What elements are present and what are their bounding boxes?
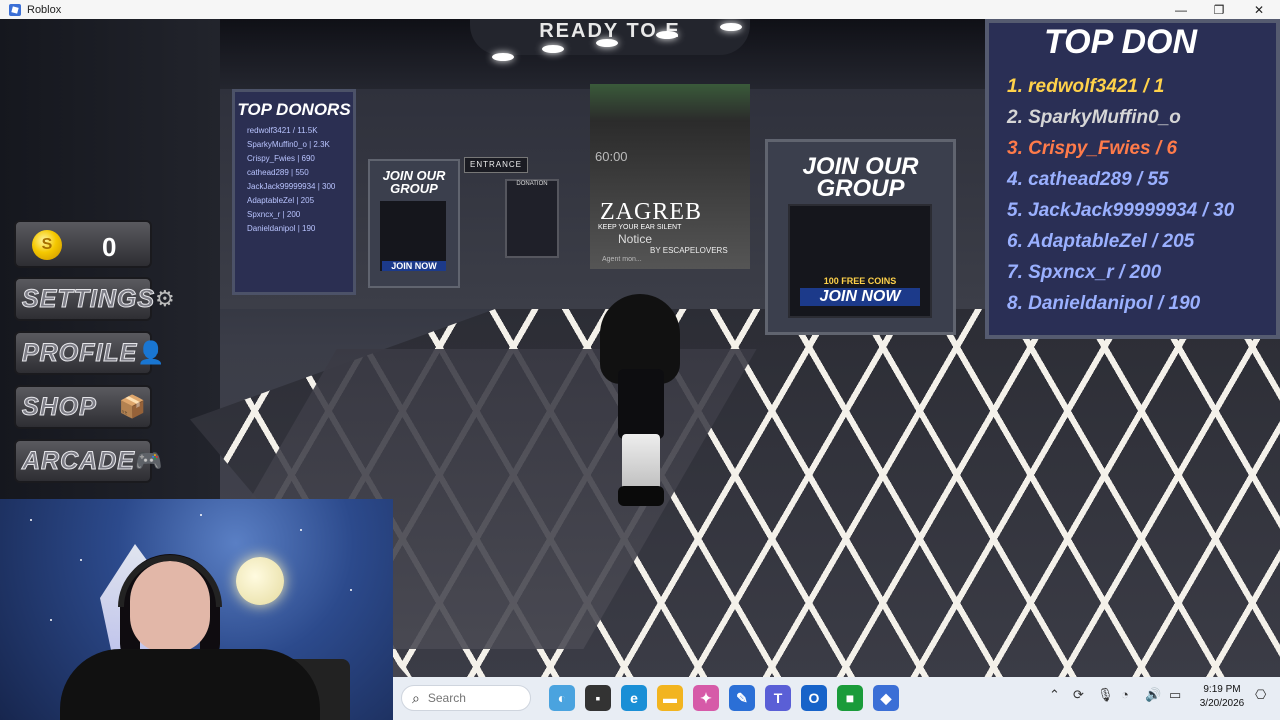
maximize-button[interactable]: ❐ [1200,0,1238,19]
player-avatar [600,294,680,509]
donor-entry: redwolf3421 / 11.5K [247,126,318,135]
donation-board: DONATION [505,179,559,258]
settings-label: SETTINGS [21,284,156,313]
donor-entry: 8. Danieldanipol / 190 [1007,293,1201,314]
spotlight [720,23,742,31]
donor-entry: 1. redwolf3421 / 1 [1007,76,1165,97]
taskbar-search[interactable]: ⌕ [401,685,531,711]
poster-tagline: KEEP YOUR EAR SILENT [598,224,682,231]
volume-icon[interactable]: 🔊 [1145,687,1161,703]
spotlight [542,45,564,53]
sync-icon[interactable]: ⟳ [1073,687,1084,703]
join-group-line2: GROUP [390,181,438,196]
arcade-label: ARCADE [22,446,135,475]
window-title: Roblox [27,3,62,16]
clock-date: 3/20/2026 [1199,698,1245,709]
join-group-heading: JOIN OUR GROUP [768,155,953,202]
join-group-heading: JOIN OUR GROUP [370,169,458,195]
xbox-icon[interactable]: ■ [837,685,863,711]
search-icon: ⌕ [412,689,420,706]
spotlight [492,53,514,61]
task-view-icon[interactable]: ▪ [585,685,611,711]
box-icon: 📦 [118,394,146,419]
roblox-icon[interactable]: ◆ [873,685,899,711]
top-donors-heading-small: TOP DONORS [237,100,351,119]
top-donors-board: TOP DON 1. redwolf3421 / 1 2. SparkyMuff… [985,19,1280,339]
donor-entry: JackJack99999934 | 300 [247,182,336,191]
avatar-shoes [618,486,664,506]
donor-entry: Danieldanipol | 190 [247,224,316,233]
donor-entry: Crispy_Fwies | 690 [247,154,315,163]
roblox-app-icon [9,3,21,16]
close-button[interactable]: ✕ [1240,0,1278,19]
poster-credit: BY ESCAPELOVERS [650,246,728,255]
donor-entry: 5. JackJack99999934 / 30 [1007,200,1235,221]
donor-entry: Spxncx_r | 200 [247,210,301,219]
clock-time: 9:19 PM [1203,684,1241,695]
chevron-up-icon[interactable]: ⌃ [1049,687,1060,703]
ceiling-sign: READY TO E [470,19,750,55]
shop-button[interactable]: SHOP 📦 [14,385,152,429]
profile-label: PROFILE [21,338,138,367]
join-group-sign-small: JOIN OUR GROUP JOIN NOW [368,159,460,288]
donor-entry: AdaptableZel | 205 [247,196,315,205]
donor-entry: 3. Crispy_Fwies / 6 [1007,138,1178,159]
poster-clock: 60:00 [595,149,628,164]
spotlight [596,39,618,47]
microphone-icon[interactable]: 🎙 [1097,687,1114,703]
donor-entry: 6. AdaptableZel / 205 [1007,231,1195,252]
donor-entry: SparkyMuffin0_o | 2.3K [247,140,330,149]
arcade-button[interactable]: ARCADE 🎮 [14,439,162,483]
entrance-sign: ENTRANCE [464,157,528,173]
settings-button[interactable]: SETTINGS ⚙ [14,277,175,321]
coin-icon: S [32,230,62,260]
outlook-icon[interactable]: O [801,685,827,711]
donor-entry: 2. SparkyMuffin0_o [1007,107,1181,128]
person-icon: 👤 [137,340,165,365]
zagreb-poster: 60:00 ZAGREB KEEP YOUR EAR SILENT Notice… [590,84,750,269]
windows-taskbar: ⌕ ◐ ▪ e ▬ ✦ ✎ TO ■ ◆ ⌃ ⟳ 🎙 ◔ 🔊 ▭ ⎔ 9:19 PM 3/20/2026 [393,677,1280,720]
editor-icon[interactable]: ✎ [729,685,755,711]
avatar-body [618,369,664,439]
streamer-shirt [60,649,320,720]
avatar-legs [622,434,660,494]
donor-entry: 7. Spxncx_r / 200 [1007,262,1162,283]
webcam-overlay [0,499,393,720]
gamepad-icon: 🎮 [134,448,163,473]
free-coins-label: 100 FREE COINS [823,276,897,286]
edge-icon[interactable]: e [621,685,647,711]
join-group-sign: JOIN OUR GROUP 100 FREE COINS JOIN NOW [765,139,956,335]
coin-count: 0 [102,232,117,262]
poster-notice: Notice [618,232,653,246]
teams-icon[interactable]: T [765,685,791,711]
join-now-label-small: JOIN NOW [382,261,446,271]
battery-icon[interactable]: ▭ [1169,687,1181,703]
poster-agent: Agent mon... [602,256,642,263]
gear-icon: ⚙ [155,286,175,311]
top-donors-board-small: TOP DONORS redwolf3421 / 11.5K SparkyMuf… [232,89,356,295]
minimize-button[interactable]: — [1162,0,1200,19]
group-screen: 100 FREE COINS JOIN NOW [788,204,932,318]
donor-entry: cathead289 | 550 [247,168,309,177]
donor-entry: 4. cathead289 / 55 [1007,169,1169,190]
moon-image [236,557,284,605]
wifi-icon[interactable]: ◔ [1121,687,1129,702]
file-explorer-icon[interactable]: ▬ [657,685,683,711]
join-group-line2: GROUP [816,175,905,202]
taskbar-clock[interactable]: 9:19 PM 3/20/2026 [1197,683,1247,711]
top-donors-heading: TOP DON [1044,23,1198,61]
profile-button[interactable]: PROFILE 👤 [14,331,165,375]
notification-icon[interactable]: ⎔ [1255,687,1266,703]
shop-label: SHOP [22,392,97,421]
spotlight [656,31,678,39]
widgets-icon[interactable]: ◐ [549,685,575,711]
window-titlebar: Roblox — ❐ ✕ [0,0,1280,19]
join-now-label: JOIN NOW [800,288,920,306]
search-input[interactable] [425,690,520,706]
copilot-icon[interactable]: ✦ [693,685,719,711]
poster-title: ZAGREB [600,199,702,225]
coin-counter: S 0 [14,220,152,268]
